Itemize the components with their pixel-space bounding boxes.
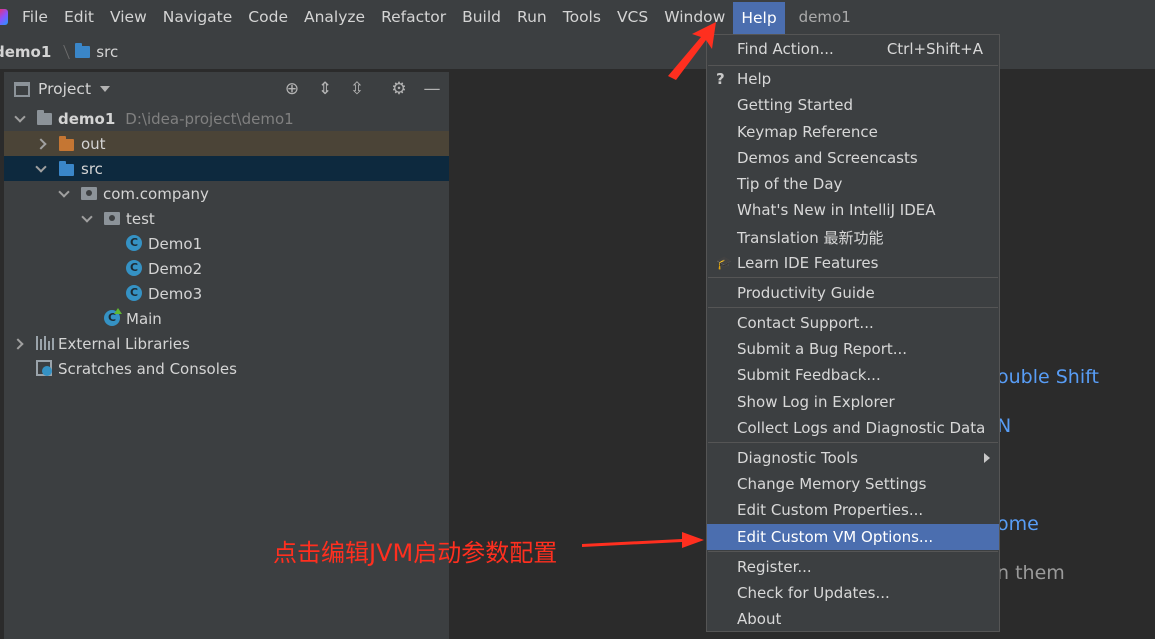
annotation-arrows <box>582 22 716 548</box>
annotation-text: 点击编辑JVM启动参数配置 <box>273 539 558 567</box>
annotation-arrow-to-help <box>668 22 716 80</box>
annotation-arrow-to-vm-options <box>582 532 704 548</box>
